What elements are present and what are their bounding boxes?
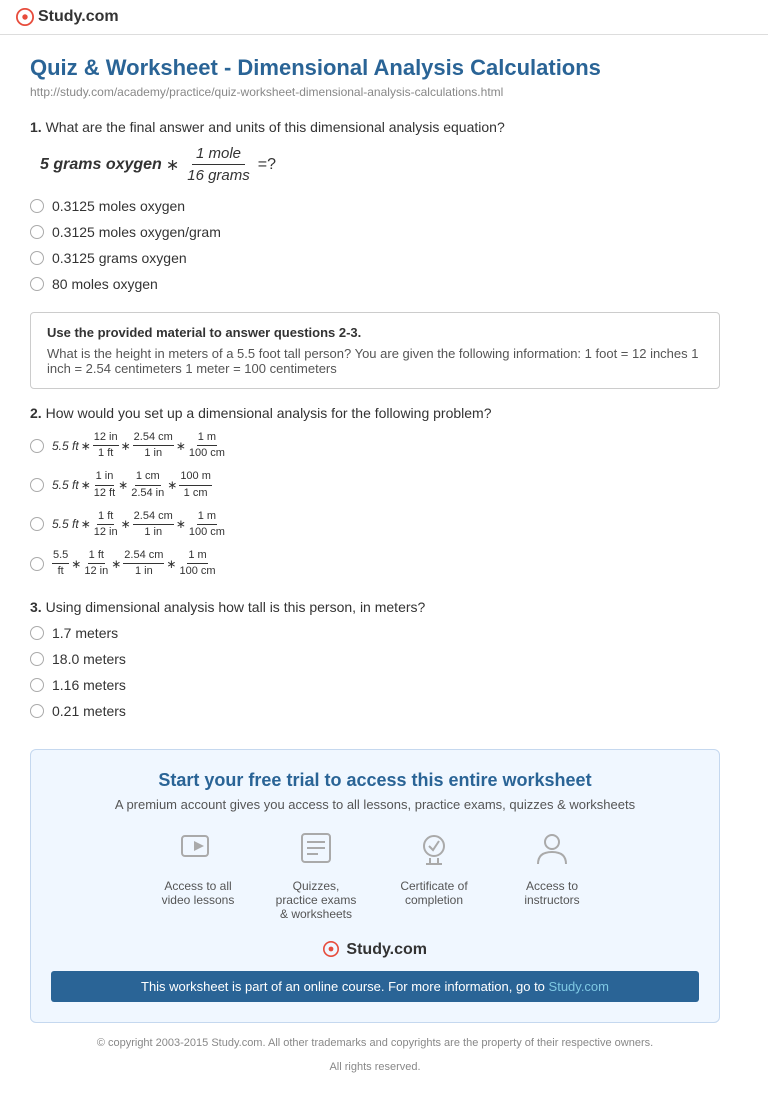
q2-option-d[interactable]: 5.5 ft ∗ 1 ft 12 in ∗ 2.54 cm 1 in ∗ 1 m…	[30, 549, 720, 578]
promo-banner-link[interactable]: Study.com	[549, 979, 609, 994]
q3-number: 3.	[30, 599, 46, 615]
radio-q2a[interactable]	[30, 439, 44, 453]
promo-feature-quiz: Quizzes, practice exams & worksheets	[271, 830, 361, 921]
q1-option-b[interactable]: 0.3125 moles oxygen/gram	[30, 224, 720, 240]
q3-option-c-label: 1.16 meters	[52, 677, 126, 693]
video-icon	[180, 830, 216, 873]
q3-option-b[interactable]: 18.0 meters	[30, 651, 720, 667]
q3-option-b-label: 18.0 meters	[52, 651, 126, 667]
eq-operator: ∗	[166, 155, 179, 175]
logo-text: Study.com	[38, 8, 119, 26]
question-2: 2. How would you set up a dimensional an…	[30, 405, 720, 579]
promo-features: Access to all video lessons Quizzes, pra…	[51, 830, 699, 921]
q3-option-d-label: 0.21 meters	[52, 703, 126, 719]
footer-copyright: © copyright 2003-2015 Study.com. All oth…	[30, 1037, 720, 1049]
promo-banner: This worksheet is part of an online cour…	[51, 971, 699, 1002]
q2-option-c[interactable]: 5.5 ft ∗ 1 ft 12 in ∗ 2.54 cm 1 in ∗ 1 m…	[30, 510, 720, 539]
cert-icon	[416, 830, 452, 873]
q2-option-b[interactable]: 5.5 ft ∗ 1 in 12 ft ∗ 1 cm 2.54 in ∗ 100…	[30, 470, 720, 499]
q2-number: 2.	[30, 405, 46, 421]
radio-q3d[interactable]	[30, 704, 44, 718]
q1-option-b-label: 0.3125 moles oxygen/gram	[52, 224, 221, 240]
q2-option-c-eq: 5.5 ft ∗ 1 ft 12 in ∗ 2.54 cm 1 in ∗ 1 m…	[52, 510, 226, 539]
radio-q1a[interactable]	[30, 199, 44, 213]
eq-left: 5 grams oxygen	[40, 156, 162, 174]
radio-q2c[interactable]	[30, 517, 44, 531]
q2-option-a[interactable]: 5.5 ft ∗ 12 in 1 ft ∗ 2.54 cm 1 in ∗ 1 m…	[30, 431, 720, 460]
q1-option-c[interactable]: 0.3125 grams oxygen	[30, 250, 720, 266]
instructor-icon	[534, 830, 570, 873]
logo-icon	[16, 8, 34, 26]
eq-result: =?	[258, 156, 276, 174]
radio-q1b[interactable]	[30, 225, 44, 239]
info-box-title: Use the provided material to answer ques…	[47, 325, 703, 340]
radio-q1c[interactable]	[30, 251, 44, 265]
q1-option-d-label: 80 moles oxygen	[52, 276, 158, 292]
q1-option-c-label: 0.3125 grams oxygen	[52, 250, 187, 266]
question-1: 1. What are the final answer and units o…	[30, 119, 720, 292]
q3-option-a[interactable]: 1.7 meters	[30, 625, 720, 641]
radio-q3a[interactable]	[30, 626, 44, 640]
q2-option-b-eq: 5.5 ft ∗ 1 in 12 ft ∗ 1 cm 2.54 in ∗ 100…	[52, 470, 212, 499]
video-label: Access to all video lessons	[153, 879, 243, 907]
promo-title: Start your free trial to access this ent…	[51, 770, 699, 791]
promo-logo-icon	[323, 941, 339, 957]
promo-logo: Study.com	[51, 941, 699, 959]
q1-number: 1.	[30, 119, 46, 135]
page-title: Quiz & Worksheet - Dimensional Analysis …	[30, 55, 720, 81]
radio-q2d[interactable]	[30, 557, 44, 571]
instructor-label: Access to instructors	[507, 879, 597, 907]
q2-option-a-eq: 5.5 ft ∗ 12 in 1 ft ∗ 2.54 cm 1 in ∗ 1 m…	[52, 431, 226, 460]
question-1-text: 1. What are the final answer and units o…	[30, 119, 720, 135]
info-box: Use the provided material to answer ques…	[30, 312, 720, 389]
footer: © copyright 2003-2015 Study.com. All oth…	[30, 1037, 720, 1073]
q2-option-d-eq: 5.5 ft ∗ 1 ft 12 in ∗ 2.54 cm 1 in ∗ 1 m…	[52, 549, 217, 578]
quiz-icon	[298, 830, 334, 873]
radio-q2b[interactable]	[30, 478, 44, 492]
promo-feature-instructor: Access to instructors	[507, 830, 597, 921]
info-box-text: What is the height in meters of a 5.5 fo…	[47, 346, 703, 376]
question-3-text: 3. Using dimensional analysis how tall i…	[30, 599, 720, 615]
promo-subtitle: A premium account gives you access to al…	[51, 797, 699, 812]
q1-equation: 5 grams oxygen ∗ 1 mole 16 grams =?	[40, 145, 720, 184]
promo-box: Start your free trial to access this ent…	[30, 749, 720, 1023]
q3-option-d[interactable]: 0.21 meters	[30, 703, 720, 719]
page-url: http://study.com/academy/practice/quiz-w…	[30, 85, 720, 99]
radio-q3b[interactable]	[30, 652, 44, 666]
q1-option-d[interactable]: 80 moles oxygen	[30, 276, 720, 292]
radio-q1d[interactable]	[30, 277, 44, 291]
q1-option-a-label: 0.3125 moles oxygen	[52, 198, 185, 214]
eq-fraction: 1 mole 16 grams	[183, 145, 254, 184]
question-2-text: 2. How would you set up a dimensional an…	[30, 405, 720, 421]
site-header: Study.com	[0, 0, 768, 35]
q3-option-c[interactable]: 1.16 meters	[30, 677, 720, 693]
logo[interactable]: Study.com	[16, 8, 119, 26]
cert-label: Certificate of completion	[389, 879, 479, 907]
q3-option-a-label: 1.7 meters	[52, 625, 118, 641]
main-content: Quiz & Worksheet - Dimensional Analysis …	[0, 35, 750, 1093]
question-3: 3. Using dimensional analysis how tall i…	[30, 599, 720, 719]
footer-rights: All rights reserved.	[30, 1061, 720, 1073]
radio-q3c[interactable]	[30, 678, 44, 692]
quiz-label: Quizzes, practice exams & worksheets	[271, 879, 361, 921]
promo-feature-cert: Certificate of completion	[389, 830, 479, 921]
promo-feature-video: Access to all video lessons	[153, 830, 243, 921]
q1-option-a[interactable]: 0.3125 moles oxygen	[30, 198, 720, 214]
